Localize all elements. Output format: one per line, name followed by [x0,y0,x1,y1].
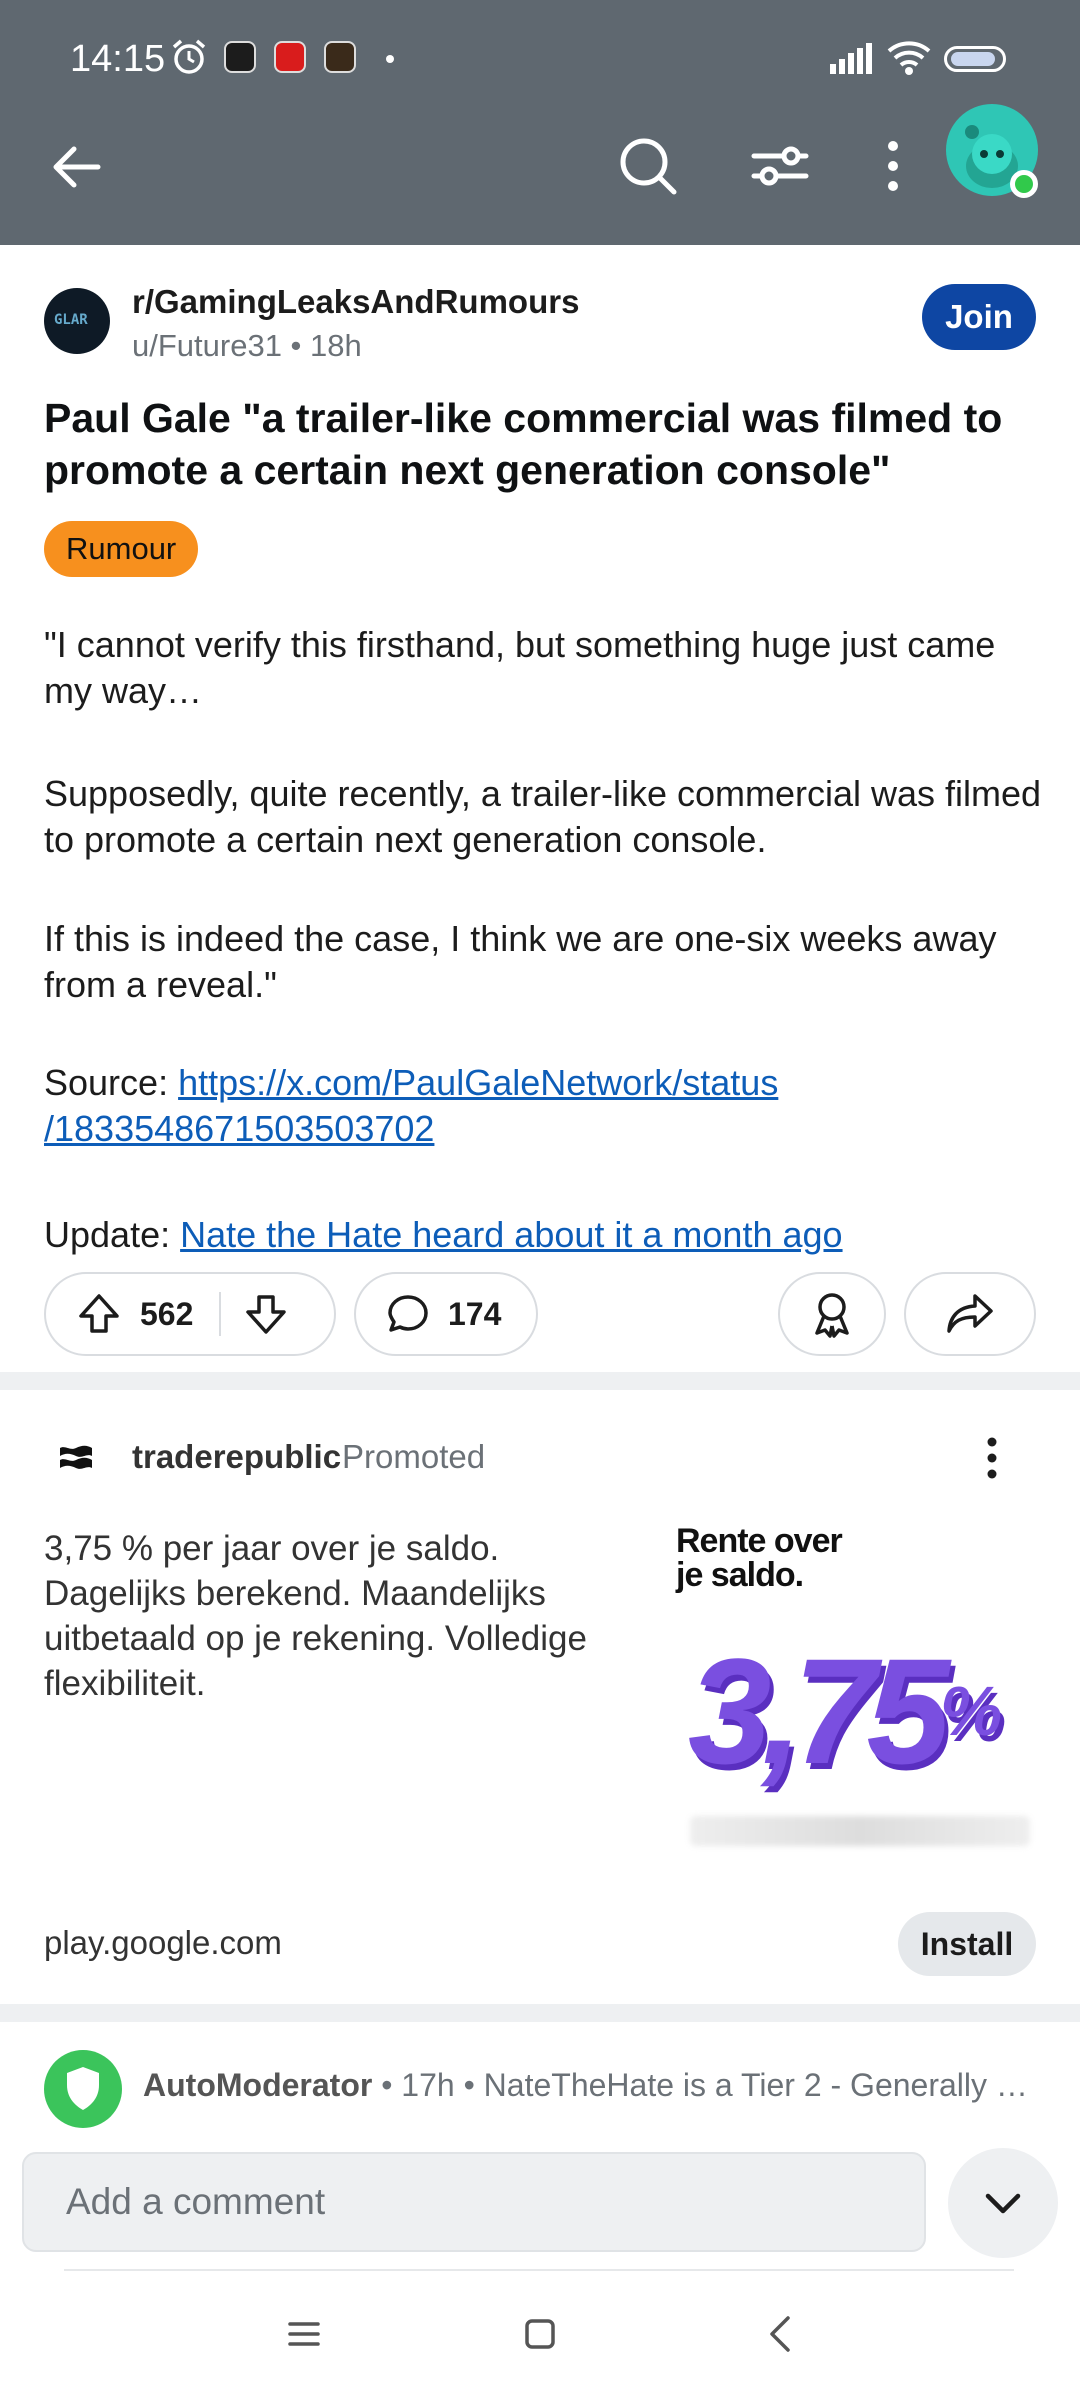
subreddit-avatar[interactable]: GLAR [44,288,110,354]
ad-image[interactable]: Rente over je saldo. 3,75% [670,1516,1038,1872]
promoted-label: Promoted [342,1438,486,1475]
system-back-icon[interactable] [766,2314,794,2354]
comment-meta: • 17h • NateTheHate is a Tier 2 - Genera… [372,2067,1028,2103]
update-link[interactable]: Nate the Hate heard about it a month ago [180,1214,842,1255]
post-paragraph: If this is indeed the case, I think we a… [44,918,997,1005]
section-divider [0,2004,1080,2022]
online-status-indicator [1010,170,1038,198]
ad-image-title: Rente over je saldo. [676,1522,843,1594]
chevron-down-icon [985,2193,1021,2214]
upvote-count: 562 [140,1295,194,1332]
sort-filter-icon[interactable] [742,128,818,204]
install-button[interactable]: Install [898,1912,1036,1976]
traderepublic-logo-icon [60,1445,92,1469]
app-header: 14:15 [0,0,1080,245]
vote-bar: 562 [44,1272,336,1356]
comment-icon [388,1295,428,1332]
vote-separator [219,1292,222,1336]
source-link[interactable]: /1833548671503503702 [44,1108,434,1149]
upvote-icon[interactable] [76,1291,122,1337]
source-link[interactable]: https://x.com/PaulGaleNetwork/status [178,1062,778,1103]
ad-image-rate: 3,75% [688,1627,1003,1795]
notification-app-icon [324,41,356,73]
downvote-icon[interactable] [243,1291,289,1337]
award-button[interactable] [778,1272,886,1356]
advertiser-name[interactable]: traderepublic [132,1438,341,1476]
ad-text[interactable]: 3,75 % per jaar over je saldo. Dagelijks… [44,1526,644,1706]
post-paragraph: Supposedly, quite recently, a trailer-li… [44,773,1042,860]
back-arrow-icon[interactable] [40,130,114,204]
collapse-comments-button[interactable] [948,2148,1058,2258]
battery-icon [944,46,1006,72]
notification-app-icon [224,41,256,73]
home-icon[interactable] [524,2318,556,2350]
recent-apps-icon[interactable] [284,2318,324,2350]
join-button[interactable]: Join [922,284,1036,350]
post-update: Update: Nate the Hate heard about it a m… [44,1212,1044,1258]
subreddit-avatar-text: GLAR [54,312,88,328]
status-time: 14:15 [70,38,166,80]
comment-bar-divider [64,2269,1014,2271]
post-title: Paul Gale "a trailer-like commercial was… [44,395,1003,493]
section-divider [0,1372,1080,1390]
add-comment-input[interactable]: Add a comment [22,2152,926,2252]
status-bar: 14:15 [0,0,1080,115]
post-author-time[interactable]: u/Future31 • 18h [132,328,362,364]
share-button[interactable] [904,1272,1036,1356]
comments-button[interactable]: 174 [354,1272,538,1356]
automoderator-comment-header[interactable]: AutoModerator • 17h • NateTheHate is a T… [143,2067,1043,2104]
ad-image-blurred-disclaimer [690,1816,1030,1846]
shield-icon [67,2067,99,2110]
post-flair[interactable]: Rumour [44,521,199,577]
source-label: Source: [44,1062,179,1103]
more-vertical-icon[interactable] [868,128,918,204]
comment-count: 174 [448,1295,502,1332]
subreddit-name[interactable]: r/GamingLeaksAndRumours [132,283,579,321]
signal-icon [830,43,872,74]
post-source: Source: https://x.com/PaulGaleNetwork/st… [44,1060,1044,1152]
ad-more-vertical-icon[interactable] [972,1432,1012,1484]
wifi-icon [887,41,931,75]
comment-author[interactable]: AutoModerator [143,2067,372,2103]
alarm-icon [172,39,206,74]
automoderator-avatar[interactable] [44,2050,122,2128]
award-icon [815,1293,849,1338]
ad-domain[interactable]: play.google.com [44,1924,282,1962]
post-paragraph: "I cannot verify this firsthand, but som… [44,624,996,711]
search-icon[interactable] [610,128,686,204]
update-label: Update: [44,1214,181,1255]
more-notifications-dot [386,55,394,63]
share-icon [947,1294,993,1333]
youtube-notification-icon [274,41,306,73]
